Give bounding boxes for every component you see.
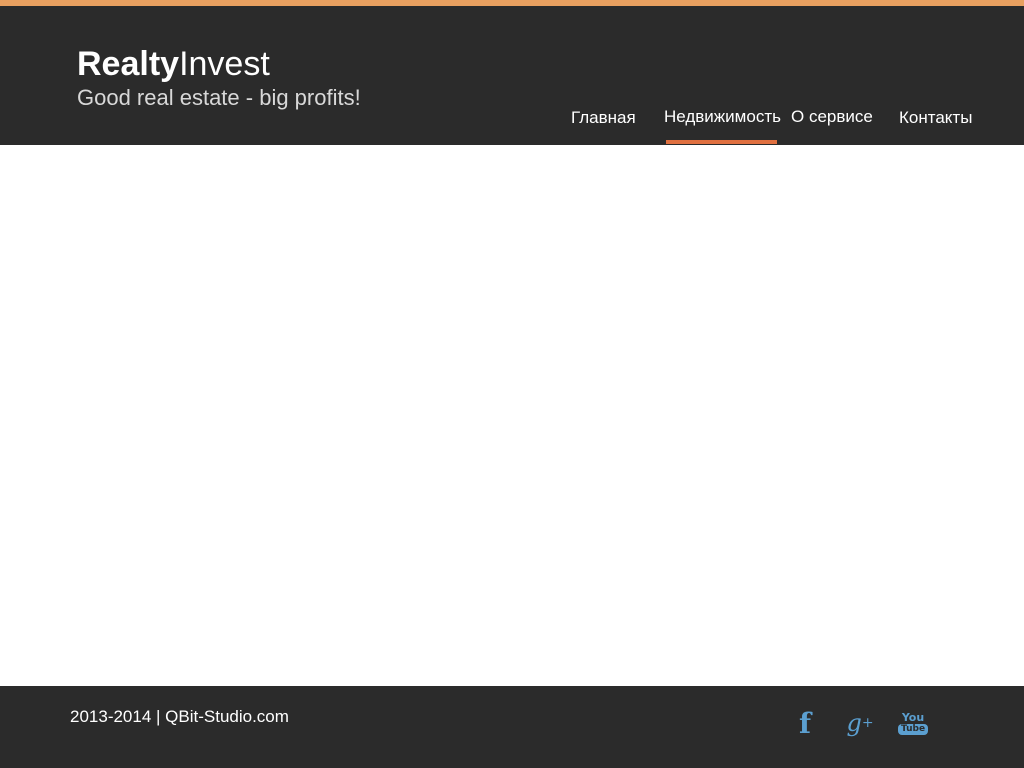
nav-item-about[interactable]: О сервисе [791,106,873,128]
main-content [0,145,1024,686]
google-plus-sign: + [861,715,874,731]
active-nav-indicator [666,140,777,144]
nav-item-home[interactable]: Главная [571,107,636,129]
youtube-you-text: You [901,710,925,724]
site-logo[interactable]: RealtyInvest [77,44,270,84]
nav-item-realty[interactable]: Недвижимость [664,106,781,128]
logo-light-text: Invest [179,45,270,83]
facebook-icon[interactable]: f [793,706,817,740]
youtube-icon[interactable]: You Tube [897,708,929,738]
footer-copyright: 2013-2014 | QBit-Studio.com [70,707,289,726]
google-plus-icon[interactable]: g + [844,708,876,738]
nav-item-contacts[interactable]: Контакты [899,107,972,129]
logo-bold-text: Realty [77,45,180,83]
main-nav: Главная Недвижимость О сервисе Контакты [0,106,1024,145]
page: RealtyInvest Good real estate - big prof… [0,0,1024,768]
youtube-tube-text: Tube [897,723,929,735]
site-header: RealtyInvest Good real estate - big prof… [0,6,1024,145]
google-plus-glyph: g [846,709,862,737]
site-footer: 2013-2014 | QBit-Studio.com f g + You Tub… [0,686,1024,768]
facebook-glyph: f [798,706,812,740]
